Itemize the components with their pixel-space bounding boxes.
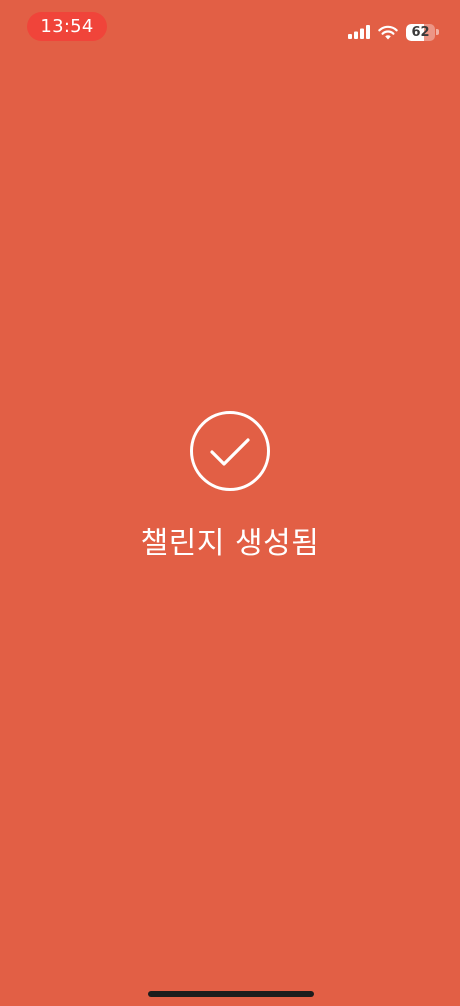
check-circle-icon bbox=[189, 410, 271, 492]
battery-icon: 62 bbox=[406, 23, 440, 41]
battery-body: 62 bbox=[406, 23, 435, 41]
status-time: 13:54 bbox=[27, 12, 107, 41]
cellular-signal-icon bbox=[348, 25, 370, 39]
success-message: 챌린지 생성됨 bbox=[140, 526, 320, 561]
battery-level: 62 bbox=[411, 24, 430, 40]
status-bar: 13:54 62 bbox=[0, 0, 460, 54]
wifi-icon bbox=[378, 25, 398, 40]
battery-cap bbox=[436, 29, 439, 35]
success-panel: 챌린지 생성됨 bbox=[0, 410, 460, 564]
status-icons: 62 bbox=[348, 22, 440, 42]
home-indicator[interactable] bbox=[148, 991, 314, 997]
